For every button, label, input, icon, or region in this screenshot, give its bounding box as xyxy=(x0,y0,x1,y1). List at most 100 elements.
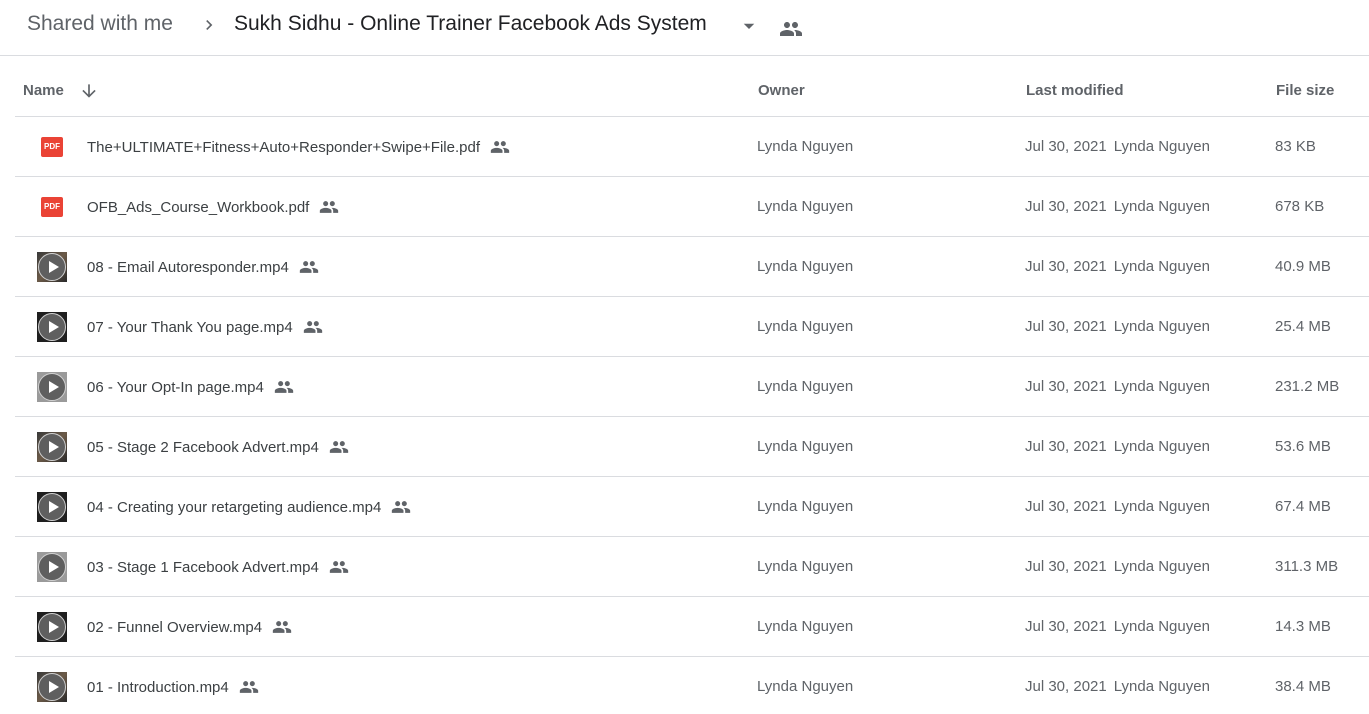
file-size: 38.4 MB xyxy=(1275,678,1331,695)
play-icon xyxy=(38,613,66,641)
file-name[interactable]: 05 - Stage 2 Facebook Advert.mp4 xyxy=(87,437,349,457)
modified-date: Jul 30, 2021 xyxy=(1025,198,1107,215)
file-name[interactable]: 03 - Stage 1 Facebook Advert.mp4 xyxy=(87,557,349,577)
modified-date: Jul 30, 2021 xyxy=(1025,438,1107,455)
modified-by: Lynda Nguyen xyxy=(1113,258,1210,275)
file-name-text: 07 - Your Thank You page.mp4 xyxy=(87,318,293,336)
file-name[interactable]: 08 - Email Autoresponder.mp4 xyxy=(87,257,319,277)
video-thumbnail-icon xyxy=(37,552,67,582)
file-size: 25.4 MB xyxy=(1275,318,1331,335)
file-row[interactable]: 01 - Introduction.mp4 Lynda Nguyen Jul 30,… xyxy=(15,657,1369,714)
modified-date: Jul 30, 2021 xyxy=(1025,618,1107,635)
column-header-owner[interactable]: Owner xyxy=(758,82,805,99)
people-icon xyxy=(274,381,293,393)
play-icon xyxy=(38,313,66,341)
file-name[interactable]: 07 - Your Thank You page.mp4 xyxy=(87,317,323,337)
video-thumbnail-icon xyxy=(37,252,67,282)
play-icon xyxy=(38,553,66,581)
arrow-down-icon[interactable] xyxy=(79,81,99,101)
file-last-modified: Jul 30, 2021 Lynda Nguyen xyxy=(1025,618,1210,635)
file-owner: Lynda Nguyen xyxy=(757,318,854,335)
column-header-name[interactable]: Name xyxy=(23,82,64,99)
file-last-modified: Jul 30, 2021 Lynda Nguyen xyxy=(1025,378,1210,395)
modified-by: Lynda Nguyen xyxy=(1113,198,1210,215)
people-icon xyxy=(392,501,411,513)
play-icon xyxy=(38,493,66,521)
play-icon xyxy=(38,433,66,461)
file-row[interactable]: PDF The+ULTIMATE+Fitness+Auto+Responder+S… xyxy=(15,117,1369,177)
modified-by: Lynda Nguyen xyxy=(1113,318,1210,335)
file-name-text: 01 - Introduction.mp4 xyxy=(87,678,229,696)
file-last-modified: Jul 30, 2021 Lynda Nguyen xyxy=(1025,498,1210,515)
video-thumbnail-icon xyxy=(37,672,67,702)
people-icon xyxy=(303,321,322,333)
file-row[interactable]: 04 - Creating your retargeting audience.… xyxy=(15,477,1369,537)
file-name-text: 08 - Email Autoresponder.mp4 xyxy=(87,258,289,276)
modified-by: Lynda Nguyen xyxy=(1113,498,1210,515)
file-owner: Lynda Nguyen xyxy=(757,438,854,455)
file-name[interactable]: 04 - Creating your retargeting audience.… xyxy=(87,497,411,517)
file-row[interactable]: 03 - Stage 1 Facebook Advert.mp4 Lynda Ng… xyxy=(15,537,1369,597)
people-icon xyxy=(490,141,510,153)
file-last-modified: Jul 30, 2021 Lynda Nguyen xyxy=(1025,258,1210,275)
file-row[interactable]: 08 - Email Autoresponder.mp4 Lynda Nguyen… xyxy=(15,237,1369,297)
caret-down-icon[interactable] xyxy=(740,17,758,35)
modified-by: Lynda Nguyen xyxy=(1113,678,1210,695)
file-last-modified: Jul 30, 2021 Lynda Nguyen xyxy=(1025,198,1210,215)
chevron-right-icon xyxy=(206,20,213,30)
breadcrumb-current-folder[interactable]: Sukh Sidhu - Online Trainer Facebook Ads… xyxy=(234,12,707,36)
file-last-modified: Jul 30, 2021 Lynda Nguyen xyxy=(1025,138,1210,155)
file-name[interactable]: The+ULTIMATE+Fitness+Auto+Responder+Swip… xyxy=(87,137,510,157)
file-name[interactable]: 01 - Introduction.mp4 xyxy=(87,677,259,697)
video-thumbnail-icon xyxy=(37,372,67,402)
file-row[interactable]: 05 - Stage 2 Facebook Advert.mp4 Lynda Ng… xyxy=(15,417,1369,477)
column-header-last-modified[interactable]: Last modified xyxy=(1026,82,1124,99)
people-icon[interactable] xyxy=(779,17,803,41)
file-row[interactable]: PDF OFB_Ads_Course_Workbook.pdf Lynda Nguy… xyxy=(15,177,1369,237)
file-row[interactable]: 06 - Your Opt-In page.mp4 Lynda Nguyen Jul… xyxy=(15,357,1369,417)
file-name-text: 05 - Stage 2 Facebook Advert.mp4 xyxy=(87,438,319,456)
people-icon xyxy=(239,681,258,693)
people-icon xyxy=(329,561,348,573)
column-header-file-size[interactable]: File size xyxy=(1276,82,1334,99)
people-icon xyxy=(329,441,348,453)
file-owner: Lynda Nguyen xyxy=(757,198,854,215)
file-owner: Lynda Nguyen xyxy=(757,138,854,155)
modified-date: Jul 30, 2021 xyxy=(1025,318,1107,335)
people-icon xyxy=(272,621,292,633)
file-name[interactable]: OFB_Ads_Course_Workbook.pdf xyxy=(87,197,339,217)
file-name[interactable]: 06 - Your Opt-In page.mp4 xyxy=(87,377,294,397)
file-size: 67.4 MB xyxy=(1275,498,1331,515)
breadcrumb: Shared with me Sukh Sidhu - Online Train… xyxy=(0,0,1369,56)
file-name-text: 03 - Stage 1 Facebook Advert.mp4 xyxy=(87,558,319,576)
file-row[interactable]: 02 - Funnel Overview.mp4 Lynda Nguyen Jul … xyxy=(15,597,1369,657)
modified-date: Jul 30, 2021 xyxy=(1025,378,1107,395)
file-name-text: 04 - Creating your retargeting audience.… xyxy=(87,498,382,516)
modified-by: Lynda Nguyen xyxy=(1113,378,1210,395)
modified-by: Lynda Nguyen xyxy=(1113,618,1210,635)
file-size: 83 KB xyxy=(1275,138,1316,155)
video-thumbnail-icon xyxy=(37,612,67,642)
video-thumbnail-icon xyxy=(37,312,67,342)
file-owner: Lynda Nguyen xyxy=(757,618,854,635)
file-name[interactable]: 02 - Funnel Overview.mp4 xyxy=(87,617,292,637)
breadcrumb-root-link[interactable]: Shared with me xyxy=(27,12,173,36)
video-thumbnail-icon xyxy=(37,432,67,462)
modified-date: Jul 30, 2021 xyxy=(1025,258,1107,275)
pdf-file-icon: PDF xyxy=(41,137,63,157)
file-list-header: Name Owner Last modified File size xyxy=(15,56,1369,117)
file-name-text: 06 - Your Opt-In page.mp4 xyxy=(87,378,264,396)
file-last-modified: Jul 30, 2021 Lynda Nguyen xyxy=(1025,558,1210,575)
file-list: PDF The+ULTIMATE+Fitness+Auto+Responder+S… xyxy=(15,117,1369,714)
file-owner: Lynda Nguyen xyxy=(757,258,854,275)
file-name-text: The+ULTIMATE+Fitness+Auto+Responder+Swip… xyxy=(87,138,480,156)
file-row[interactable]: 07 - Your Thank You page.mp4 Lynda Nguyen… xyxy=(15,297,1369,357)
people-icon xyxy=(320,201,339,213)
file-owner: Lynda Nguyen xyxy=(757,378,854,395)
play-icon xyxy=(38,373,66,401)
file-name-text: OFB_Ads_Course_Workbook.pdf xyxy=(87,198,310,216)
modified-by: Lynda Nguyen xyxy=(1113,138,1210,155)
modified-by: Lynda Nguyen xyxy=(1113,438,1210,455)
file-size: 53.6 MB xyxy=(1275,438,1331,455)
file-owner: Lynda Nguyen xyxy=(757,678,854,695)
